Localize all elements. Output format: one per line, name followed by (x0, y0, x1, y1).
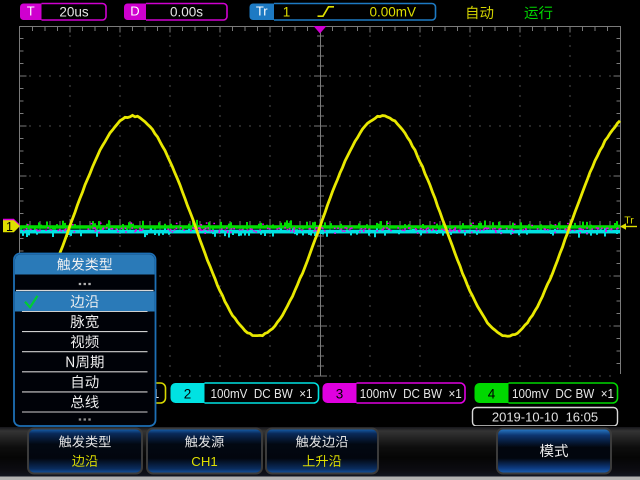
svg-text:0.00mV: 0.00mV (369, 5, 416, 20)
svg-text:1: 1 (283, 5, 291, 20)
svg-text:100mV DC BW ×1: 100mV DC BW ×1 (211, 386, 313, 401)
svg-text:0.00s: 0.00s (170, 5, 203, 20)
svg-text:T: T (27, 4, 35, 19)
svg-text:Tr: Tr (624, 215, 634, 227)
svg-text:2: 2 (184, 387, 192, 402)
svg-text:100mV DC BW ×1: 100mV DC BW ×1 (512, 386, 614, 401)
svg-text:CH1: CH1 (191, 454, 217, 469)
svg-text:100mV DC BW ×1: 100mV DC BW ×1 (360, 386, 462, 401)
svg-text:Tr: Tr (256, 4, 268, 19)
svg-text:3: 3 (336, 387, 344, 402)
svg-text:D: D (130, 4, 139, 19)
svg-text:2019-10-10 16:05: 2019-10-10 16:05 (492, 410, 598, 425)
svg-text:20us: 20us (59, 5, 89, 20)
svg-text:4: 4 (488, 387, 496, 402)
svg-text:1: 1 (6, 220, 13, 234)
